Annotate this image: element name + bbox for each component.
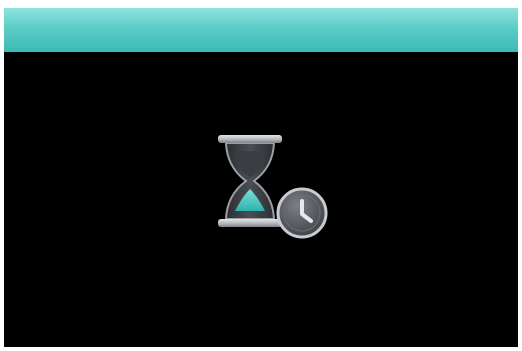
waiting-indicator bbox=[210, 131, 332, 241]
clock-icon bbox=[276, 187, 328, 239]
content-area bbox=[4, 52, 518, 347]
device-screen bbox=[4, 8, 518, 347]
header-bar bbox=[4, 8, 518, 52]
hourglass-icon bbox=[218, 135, 328, 239]
